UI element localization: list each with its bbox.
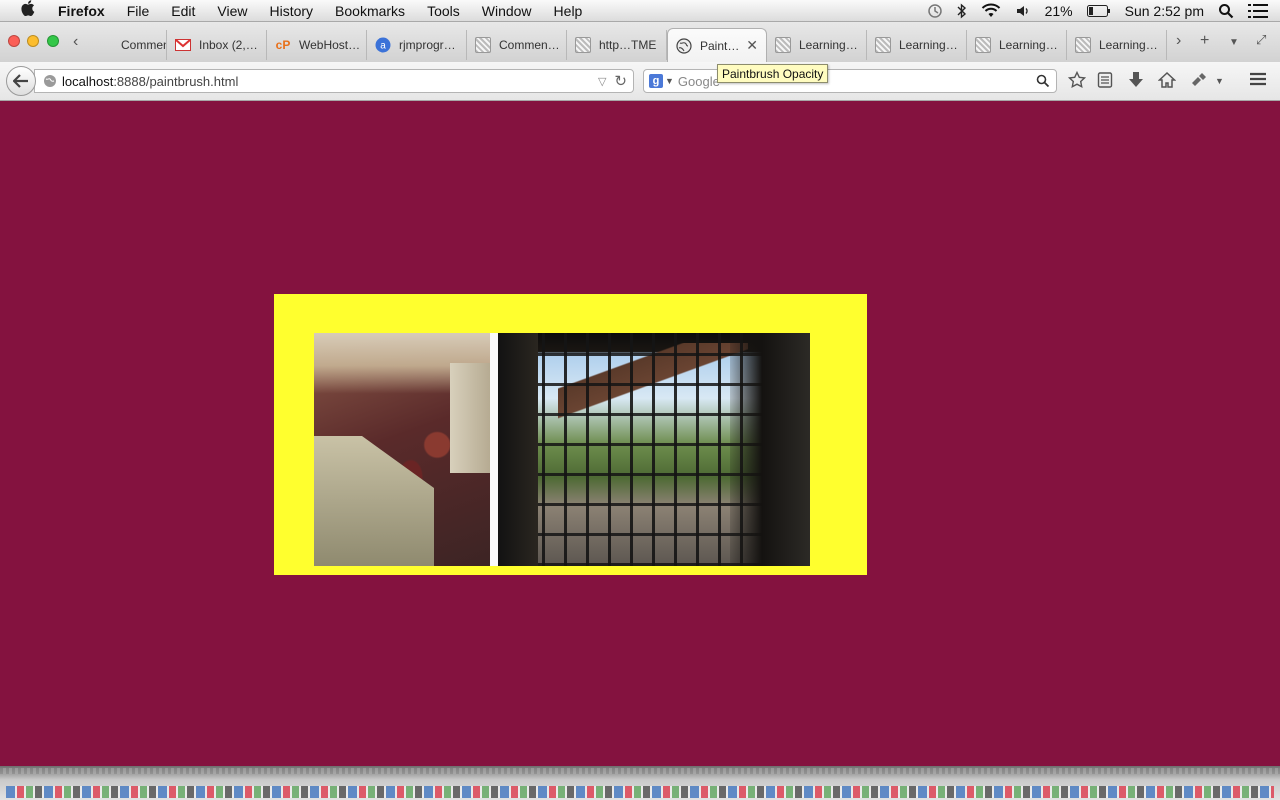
dock-shelf	[0, 768, 1280, 774]
tab-close-icon[interactable]: ✕	[746, 37, 758, 54]
search-engine-dropdown-icon[interactable]: ▼	[665, 76, 674, 86]
menu-tools[interactable]: Tools	[416, 3, 471, 19]
dock-app-icons[interactable]	[6, 786, 1274, 798]
menu-bar: Firefox File Edit View History Bookmarks…	[0, 0, 1280, 22]
new-tab-plus-icon[interactable]: +	[1200, 32, 1209, 50]
bookmarks-menu-icon[interactable]	[1097, 71, 1113, 89]
url-path: :8888/paintbrush.html	[113, 73, 239, 89]
tab-scroll-left-icon[interactable]: ‹	[73, 33, 78, 51]
tab-learning-2[interactable]: Learning…	[867, 30, 967, 60]
photo-right-post	[730, 333, 810, 566]
window-close-button[interactable]	[8, 35, 20, 47]
clock[interactable]: Sun 2:52 pm	[1125, 3, 1204, 19]
back-arrow-icon	[13, 74, 28, 88]
tab-label: Inbox (2,…	[199, 38, 258, 52]
generic-page-icon	[875, 37, 891, 53]
navigation-bar: localhost :8888/paintbrush.html ▽ ↻ g ▼ …	[0, 62, 1280, 101]
tab-label: WebHost…	[299, 38, 361, 52]
generic-page-icon	[575, 37, 591, 53]
generic-page-icon	[775, 37, 791, 53]
globe-icon	[676, 37, 692, 54]
menu-bookmarks[interactable]: Bookmarks	[324, 3, 416, 19]
window-zoom-button[interactable]	[47, 35, 59, 47]
menu-view[interactable]: View	[206, 3, 258, 19]
tab-comments-1[interactable]: Commen…	[89, 30, 167, 60]
menu-help[interactable]: Help	[543, 3, 594, 19]
addon-chevron-down-icon[interactable]: ▼	[1215, 76, 1224, 86]
tab-label: rjmprogr…	[399, 38, 456, 52]
tab-label: http…TME	[599, 38, 657, 52]
photo-left-post	[498, 333, 538, 566]
menu-file[interactable]: File	[116, 3, 161, 19]
notification-center-icon[interactable]	[1248, 3, 1268, 19]
tab-webhost[interactable]: cP WebHost…	[267, 30, 367, 60]
generic-page-icon	[97, 37, 113, 53]
tab-learning-4[interactable]: Learning…	[1067, 30, 1167, 60]
tab-strip: ‹ Commen… Inbox (2,… cP WebHost… a rjmpr…	[0, 22, 1280, 62]
tab-rjmprogramming[interactable]: a rjmprogr…	[367, 30, 467, 60]
google-engine-icon[interactable]: g	[649, 74, 663, 88]
hamburger-menu-icon[interactable]	[1249, 71, 1267, 87]
photo-rooftop	[314, 436, 434, 566]
fullscreen-icon[interactable]: ⤢	[1256, 32, 1266, 48]
dock[interactable]	[0, 766, 1280, 800]
spotlight-icon[interactable]	[1218, 3, 1234, 19]
photo-divider	[490, 333, 498, 566]
photo-building-wall	[450, 363, 490, 473]
tab-label: Learning…	[799, 38, 858, 52]
tannery-photo[interactable]	[314, 333, 490, 566]
tab-label: Learning…	[999, 38, 1058, 52]
status-area: 21% Sun 2:52 pm	[920, 0, 1280, 22]
site-identity-globe-icon[interactable]	[43, 74, 57, 88]
bluetooth-icon[interactable]	[957, 2, 967, 19]
tab-comments-2[interactable]: Commen…	[467, 30, 567, 60]
tab-label: Learning…	[899, 38, 958, 52]
blue-a-icon: a	[375, 37, 391, 53]
home-icon[interactable]	[1158, 71, 1176, 89]
addon-extension-icon[interactable]	[1190, 71, 1208, 89]
wifi-icon[interactable]	[981, 3, 1001, 19]
paintbrush-canvas-frame[interactable]	[274, 294, 867, 575]
menu-history[interactable]: History	[258, 3, 324, 19]
window-minimize-button[interactable]	[27, 35, 39, 47]
bookmark-star-icon[interactable]	[1068, 71, 1086, 89]
search-bar[interactable]: g ▼ Google	[643, 69, 1057, 93]
ruins-window-photo[interactable]	[498, 333, 810, 566]
apple-menu-icon[interactable]	[18, 0, 38, 21]
url-bar[interactable]: localhost :8888/paintbrush.html ▽ ↻	[34, 69, 634, 93]
tab-gmail-inbox[interactable]: Inbox (2,…	[167, 30, 267, 60]
tab-label: Commen…	[499, 38, 560, 52]
tab-tooltip: Paintbrush Opacity	[717, 64, 829, 83]
cpanel-icon: cP	[275, 38, 291, 52]
tab-label: Paint…	[700, 38, 740, 53]
gmail-icon	[175, 37, 191, 53]
downloads-arrow-icon[interactable]	[1128, 71, 1144, 89]
tab-learning-3[interactable]: Learning…	[967, 30, 1067, 60]
battery-percent[interactable]: 21%	[1045, 3, 1073, 19]
menu-app-firefox[interactable]: Firefox	[52, 3, 116, 19]
tab-scroll-right-icon[interactable]: ›	[1176, 32, 1181, 50]
generic-page-icon	[975, 37, 991, 53]
menu-window[interactable]: Window	[471, 3, 543, 19]
tab-list-chevron-down-icon[interactable]: ▼	[1229, 37, 1239, 48]
generic-page-icon	[475, 37, 491, 53]
search-placeholder: Google	[677, 73, 720, 89]
tab-learning-1[interactable]: Learning…	[767, 30, 867, 60]
volume-icon[interactable]	[1015, 3, 1031, 19]
time-machine-icon[interactable]	[927, 3, 943, 19]
svg-text:a: a	[380, 41, 386, 52]
tab-label: Commen…	[121, 38, 166, 52]
tab-paintbrush-active[interactable]: Paint… ✕	[667, 28, 767, 62]
tab-http-tme[interactable]: http…TME	[567, 30, 667, 60]
url-history-dropdown-icon[interactable]: ▽	[598, 75, 606, 88]
tab-label: Learning…	[1099, 38, 1158, 52]
back-button[interactable]	[6, 66, 36, 96]
reload-icon[interactable]: ↻	[614, 72, 627, 90]
search-magnifier-icon[interactable]	[1036, 74, 1050, 88]
battery-icon[interactable]	[1086, 4, 1111, 17]
url-host: localhost	[62, 73, 114, 89]
generic-page-icon	[1075, 37, 1091, 53]
menu-edit[interactable]: Edit	[160, 3, 206, 19]
